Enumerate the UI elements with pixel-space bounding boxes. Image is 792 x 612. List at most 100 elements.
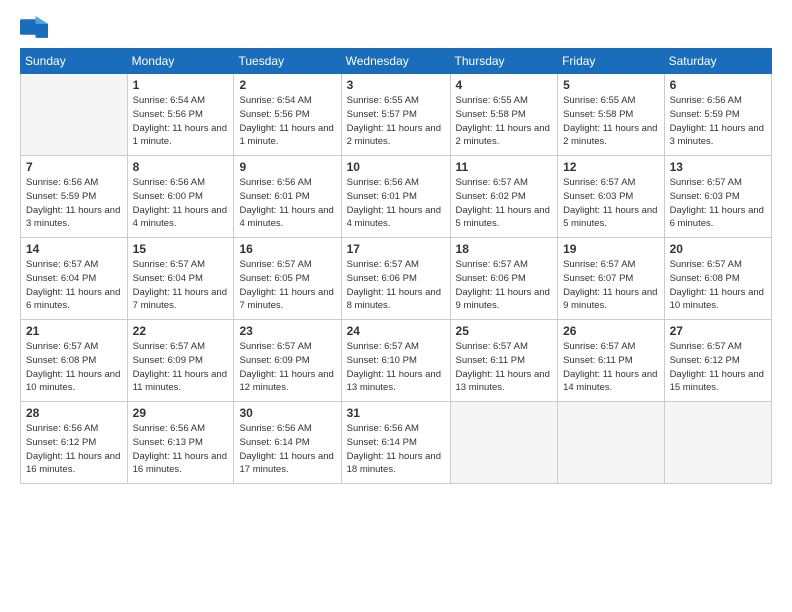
- day-cell: 9 Sunrise: 6:56 AMSunset: 6:01 PMDaylight…: [234, 156, 341, 238]
- day-info: Sunrise: 6:57 AMSunset: 6:03 PMDaylight:…: [563, 176, 658, 231]
- day-info: Sunrise: 6:57 AMSunset: 6:12 PMDaylight:…: [670, 340, 766, 395]
- day-info: Sunrise: 6:56 AMSunset: 6:00 PMDaylight:…: [133, 176, 229, 231]
- day-cell: [21, 74, 128, 156]
- day-cell: 20Sunrise: 6:57 AMSunset: 6:08 PMDayligh…: [664, 238, 771, 320]
- day-cell: 1 Sunrise: 6:54 AMSunset: 5:56 PMDaylight…: [127, 74, 234, 156]
- day-cell: 7 Sunrise: 6:56 AMSunset: 5:59 PMDaylight…: [21, 156, 128, 238]
- weekday-sunday: Sunday: [21, 49, 128, 74]
- day-number: 11: [456, 160, 553, 174]
- day-info: Sunrise: 6:55 AMSunset: 5:57 PMDaylight:…: [347, 94, 445, 149]
- day-info: Sunrise: 6:56 AMSunset: 6:14 PMDaylight:…: [347, 422, 445, 477]
- calendar-table: SundayMondayTuesdayWednesdayThursdayFrid…: [20, 48, 772, 484]
- day-cell: 26 Sunrise: 6:57 AMSunset: 6:11 PMDayligh…: [558, 320, 664, 402]
- day-number: 17: [347, 242, 445, 256]
- day-number: 10: [347, 160, 445, 174]
- day-number: 2: [239, 78, 335, 92]
- day-number: 12: [563, 160, 658, 174]
- day-cell: 21 Sunrise: 6:57 AMSunset: 6:08 PMDayligh…: [21, 320, 128, 402]
- day-cell: 17 Sunrise: 6:57 AMSunset: 6:06 PMDayligh…: [341, 238, 450, 320]
- day-number: 24: [347, 324, 445, 338]
- week-row-4: 21 Sunrise: 6:57 AMSunset: 6:08 PMDayligh…: [21, 320, 772, 402]
- day-cell: 31Sunrise: 6:56 AMSunset: 6:14 PMDayligh…: [341, 402, 450, 484]
- day-number: 16: [239, 242, 335, 256]
- day-cell: 14 Sunrise: 6:57 AMSunset: 6:04 PMDayligh…: [21, 238, 128, 320]
- day-info: Sunrise: 6:56 AMSunset: 6:01 PMDaylight:…: [239, 176, 335, 231]
- day-number: 19: [563, 242, 658, 256]
- day-cell: 18 Sunrise: 6:57 AMSunset: 6:06 PMDayligh…: [450, 238, 558, 320]
- day-number: 8: [133, 160, 229, 174]
- day-cell: 11Sunrise: 6:57 AMSunset: 6:02 PMDayligh…: [450, 156, 558, 238]
- day-cell: [450, 402, 558, 484]
- day-info: Sunrise: 6:57 AMSunset: 6:05 PMDaylight:…: [239, 258, 335, 313]
- page: SundayMondayTuesdayWednesdayThursdayFrid…: [0, 0, 792, 612]
- day-info: Sunrise: 6:56 AMSunset: 6:01 PMDaylight:…: [347, 176, 445, 231]
- weekday-friday: Friday: [558, 49, 664, 74]
- day-cell: 3 Sunrise: 6:55 AMSunset: 5:57 PMDaylight…: [341, 74, 450, 156]
- day-cell: 16 Sunrise: 6:57 AMSunset: 6:05 PMDayligh…: [234, 238, 341, 320]
- day-number: 6: [670, 78, 766, 92]
- day-cell: 23 Sunrise: 6:57 AMSunset: 6:09 PMDayligh…: [234, 320, 341, 402]
- day-cell: 19 Sunrise: 6:57 AMSunset: 6:07 PMDayligh…: [558, 238, 664, 320]
- day-number: 21: [26, 324, 122, 338]
- day-number: 7: [26, 160, 122, 174]
- day-info: Sunrise: 6:56 AMSunset: 6:13 PMDaylight:…: [133, 422, 229, 477]
- day-info: Sunrise: 6:56 AMSunset: 6:12 PMDaylight:…: [26, 422, 122, 477]
- day-cell: 25 Sunrise: 6:57 AMSunset: 6:11 PMDayligh…: [450, 320, 558, 402]
- day-cell: 22Sunrise: 6:57 AMSunset: 6:09 PMDayligh…: [127, 320, 234, 402]
- day-number: 25: [456, 324, 553, 338]
- day-number: 26: [563, 324, 658, 338]
- day-info: Sunrise: 6:56 AMSunset: 5:59 PMDaylight:…: [670, 94, 766, 149]
- day-number: 29: [133, 406, 229, 420]
- day-number: 27: [670, 324, 766, 338]
- header: [20, 16, 772, 38]
- day-cell: 15Sunrise: 6:57 AMSunset: 6:04 PMDayligh…: [127, 238, 234, 320]
- day-number: 30: [239, 406, 335, 420]
- week-row-5: 28Sunrise: 6:56 AMSunset: 6:12 PMDayligh…: [21, 402, 772, 484]
- day-info: Sunrise: 6:57 AMSunset: 6:11 PMDaylight:…: [563, 340, 658, 395]
- day-number: 9: [239, 160, 335, 174]
- day-cell: 13 Sunrise: 6:57 AMSunset: 6:03 PMDayligh…: [664, 156, 771, 238]
- weekday-header-row: SundayMondayTuesdayWednesdayThursdayFrid…: [21, 49, 772, 74]
- day-cell: 30Sunrise: 6:56 AMSunset: 6:14 PMDayligh…: [234, 402, 341, 484]
- day-number: 22: [133, 324, 229, 338]
- day-info: Sunrise: 6:56 AMSunset: 5:59 PMDaylight:…: [26, 176, 122, 231]
- day-number: 14: [26, 242, 122, 256]
- day-info: Sunrise: 6:54 AMSunset: 5:56 PMDaylight:…: [239, 94, 335, 149]
- day-cell: [558, 402, 664, 484]
- day-number: 5: [563, 78, 658, 92]
- week-row-2: 7 Sunrise: 6:56 AMSunset: 5:59 PMDaylight…: [21, 156, 772, 238]
- day-cell: 29 Sunrise: 6:56 AMSunset: 6:13 PMDayligh…: [127, 402, 234, 484]
- logo: [20, 16, 52, 38]
- day-cell: 5 Sunrise: 6:55 AMSunset: 5:58 PMDaylight…: [558, 74, 664, 156]
- day-info: Sunrise: 6:57 AMSunset: 6:03 PMDaylight:…: [670, 176, 766, 231]
- day-number: 23: [239, 324, 335, 338]
- day-number: 18: [456, 242, 553, 256]
- day-info: Sunrise: 6:57 AMSunset: 6:11 PMDaylight:…: [456, 340, 553, 395]
- day-cell: 24 Sunrise: 6:57 AMSunset: 6:10 PMDayligh…: [341, 320, 450, 402]
- day-cell: 27 Sunrise: 6:57 AMSunset: 6:12 PMDayligh…: [664, 320, 771, 402]
- day-info: Sunrise: 6:57 AMSunset: 6:04 PMDaylight:…: [26, 258, 122, 313]
- weekday-tuesday: Tuesday: [234, 49, 341, 74]
- day-info: Sunrise: 6:54 AMSunset: 5:56 PMDaylight:…: [133, 94, 229, 149]
- day-number: 4: [456, 78, 553, 92]
- day-number: 3: [347, 78, 445, 92]
- weekday-saturday: Saturday: [664, 49, 771, 74]
- day-info: Sunrise: 6:57 AMSunset: 6:09 PMDaylight:…: [239, 340, 335, 395]
- day-info: Sunrise: 6:57 AMSunset: 6:04 PMDaylight:…: [133, 258, 229, 313]
- day-info: Sunrise: 6:57 AMSunset: 6:10 PMDaylight:…: [347, 340, 445, 395]
- day-number: 20: [670, 242, 766, 256]
- day-info: Sunrise: 6:55 AMSunset: 5:58 PMDaylight:…: [563, 94, 658, 149]
- logo-icon: [20, 16, 48, 38]
- day-cell: 10 Sunrise: 6:56 AMSunset: 6:01 PMDayligh…: [341, 156, 450, 238]
- weekday-wednesday: Wednesday: [341, 49, 450, 74]
- day-info: Sunrise: 6:57 AMSunset: 6:06 PMDaylight:…: [456, 258, 553, 313]
- day-cell: 2 Sunrise: 6:54 AMSunset: 5:56 PMDaylight…: [234, 74, 341, 156]
- week-row-1: 1 Sunrise: 6:54 AMSunset: 5:56 PMDaylight…: [21, 74, 772, 156]
- day-cell: 4Sunrise: 6:55 AMSunset: 5:58 PMDaylight…: [450, 74, 558, 156]
- day-info: Sunrise: 6:57 AMSunset: 6:08 PMDaylight:…: [26, 340, 122, 395]
- day-number: 1: [133, 78, 229, 92]
- day-info: Sunrise: 6:57 AMSunset: 6:06 PMDaylight:…: [347, 258, 445, 313]
- weekday-thursday: Thursday: [450, 49, 558, 74]
- day-info: Sunrise: 6:57 AMSunset: 6:07 PMDaylight:…: [563, 258, 658, 313]
- day-number: 13: [670, 160, 766, 174]
